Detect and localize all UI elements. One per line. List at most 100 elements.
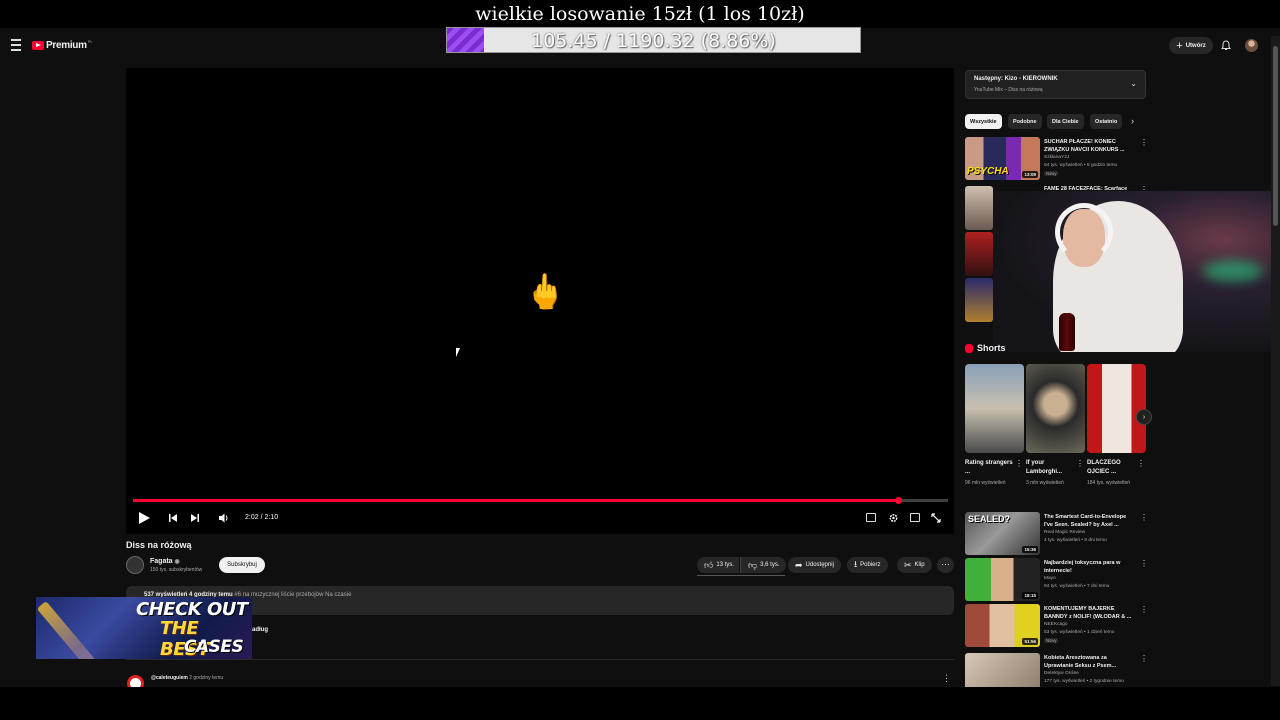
settings-icon[interactable] <box>888 512 899 524</box>
middle-finger-emoji: 🖕 <box>524 273 567 311</box>
rgb-light <box>1203 261 1263 281</box>
video-player[interactable]: 🖕 2:02 / 2:10 <box>126 68 954 534</box>
youtube-play-icon <box>32 41 44 50</box>
chip-for-you[interactable]: Dla Ciebie <box>1047 114 1084 129</box>
short-item[interactable]: DLACZEGO OJCIEC ... 184 tys. wyświetleń … <box>1087 364 1146 487</box>
short-views: 184 tys. wyświetleń <box>1087 480 1131 486</box>
more-menu-icon[interactable]: ⋮ <box>1076 459 1084 468</box>
up-next-card[interactable]: Następny: Kizo - KIEROWNIK YouTube Mix –… <box>965 70 1146 99</box>
new-badge: Nowy <box>1044 171 1059 176</box>
short-item[interactable]: If your Lamborghi... 3 mln wyświetleń ⋮ <box>1026 364 1085 487</box>
channel-name[interactable]: Mayo <box>1044 576 1056 581</box>
more-menu-icon[interactable]: ⋮ <box>1140 654 1146 663</box>
channel-name[interactable]: Fagata ◉ <box>150 558 180 565</box>
create-button[interactable]: + Utwórz <box>1169 37 1213 54</box>
video-title: KOMENTUJEMY BAJERKE BANNDY z NOLIF! (WŁO… <box>1044 606 1132 620</box>
more-menu-icon[interactable]: ⋮ <box>1137 459 1145 468</box>
hamburger-icon[interactable] <box>11 39 21 51</box>
progress-played <box>133 499 898 502</box>
ad-line-1: CHECK OUT <box>136 599 248 620</box>
like-button[interactable]: 👍︎ 13 tys. <box>697 557 740 573</box>
short-item[interactable]: Rating strangers ... 96 mln wyświetleń ⋮ <box>965 364 1024 487</box>
more-menu-icon[interactable]: ⋮ <box>1140 605 1148 614</box>
next-icon[interactable] <box>190 512 199 524</box>
chevron-down-icon[interactable]: ⌄ <box>1130 79 1137 88</box>
shorts-icon <box>965 343 973 353</box>
video-meta: 177 tys. wyświetleń • 2 tygodnie temu <box>1044 679 1124 684</box>
chip-recent[interactable]: Ostatnio <box>1090 114 1123 129</box>
short-thumbnail[interactable] <box>1087 364 1146 453</box>
video-title: Najbardziej toksyczna para w internecie! <box>1044 560 1121 574</box>
play-icon[interactable] <box>139 512 150 524</box>
recommendation-item[interactable]: 51:56 KOMENTUJEMY BAJERKE BANNDY z NOLIF… <box>965 604 1148 648</box>
short-thumbnail[interactable] <box>1026 364 1085 453</box>
page-scrollbar[interactable] <box>1271 36 1280 686</box>
previous-icon[interactable] <box>169 512 178 524</box>
recommendation-item[interactable]: 18:15 Najbardziej toksyczna para w inter… <box>965 558 1148 602</box>
more-menu-icon[interactable]: ⋮ <box>1140 559 1148 568</box>
ad-line-3: CASES <box>184 637 244 657</box>
video-thumbnail[interactable] <box>965 232 993 276</box>
share-button[interactable]: ➦ Udostępnij <box>788 557 841 573</box>
comment-menu-icon[interactable]: ⋮ <box>942 673 951 684</box>
short-views: 96 mln wyświetleń <box>965 480 1006 486</box>
dislike-button[interactable]: 👎︎ 3,6 tys. <box>740 557 787 573</box>
video-duration: 15:36 <box>1022 546 1038 553</box>
chevron-right-icon[interactable]: › <box>1131 116 1134 126</box>
more-actions-button[interactable]: ··· <box>937 557 954 573</box>
recommendation-item[interactable]: SEALED? 15:36 The Smartest Card-to-Envel… <box>965 512 1148 556</box>
divider <box>126 659 954 660</box>
progress-scrubber[interactable] <box>894 497 902 504</box>
bell-icon[interactable] <box>1221 40 1231 51</box>
fullscreen-icon[interactable] <box>931 512 941 524</box>
channel-name[interactable]: NEEKcago <box>1044 622 1067 627</box>
cases-ad-banner[interactable]: CHECK OUT THE BEST CASES <box>36 597 252 659</box>
video-thumbnail[interactable]: 51:56 <box>965 604 1040 647</box>
new-badge: Nowy <box>1044 638 1059 643</box>
account-avatar[interactable] <box>1245 39 1258 52</box>
recommendation-item[interactable]: Kobieta Aresztowana za Uprawianie Seksu … <box>965 653 1146 687</box>
video-thumbnail[interactable] <box>965 278 993 322</box>
stream-overlay-title: wielkie losowanie 15zł (1 los 10zł) <box>0 0 1280 28</box>
comment-time: 2 godziny temu <box>189 675 224 681</box>
scrollbar-thumb[interactable] <box>1273 46 1278 226</box>
chip-related[interactable]: Podobne <box>1008 114 1042 129</box>
video-title: SUCHAR PŁACZE! KONIEC ZWIĄZKU NAVCII KON… <box>1044 139 1125 153</box>
short-thumbnail[interactable] <box>965 364 1024 453</box>
cola-bottle <box>1059 313 1075 351</box>
shorts-next-arrow-icon[interactable]: › <box>1136 409 1152 425</box>
recommendation-item[interactable]: PSYCHA 13:09 SUCHAR PŁACZE! KONIEC ZWIĄZ… <box>965 137 1148 181</box>
streamer-webcam <box>993 191 1280 352</box>
channel-name[interactable]: Real Magic Review <box>1044 530 1085 535</box>
volume-icon[interactable] <box>218 512 230 524</box>
chip-all[interactable]: Wszystkie <box>965 114 1002 129</box>
subscribe-button[interactable]: Subskrybuj <box>219 557 265 573</box>
channel-avatar[interactable] <box>126 556 144 574</box>
video-title: The Smartest Card-to-Envelope I've Seen.… <box>1044 514 1127 528</box>
like-count: 13 tys. <box>716 562 735 568</box>
video-thumbnail[interactable]: SEALED? 15:36 <box>965 512 1040 555</box>
subtitles-icon[interactable] <box>866 513 876 522</box>
more-menu-icon[interactable]: ⋮ <box>1140 513 1148 522</box>
channel-name[interactable]: Detektyw Online <box>1044 671 1079 676</box>
video-meta: 54 tys. wyświetleń • 6 godzin temu <box>1044 163 1118 168</box>
video-thumbnail[interactable] <box>965 653 1040 687</box>
video-title: Diss na różową <box>126 540 192 550</box>
channel-name[interactable]: SzklanaY2J <box>1044 155 1069 160</box>
comment-header: @caleteuguiem 2 godziny temu <box>151 675 223 681</box>
youtube-premium-logo[interactable]: Premium PL <box>32 39 93 51</box>
up-next-subtitle: YouTube Mix – Diss na różową <box>974 87 1043 93</box>
clip-button[interactable]: ✂ Klip <box>897 557 932 573</box>
video-thumbnail[interactable]: 18:15 <box>965 558 1040 601</box>
headset <box>1055 203 1113 261</box>
comment-username[interactable]: @caleteuguiem <box>151 675 188 681</box>
more-menu-icon[interactable]: ⋮ <box>1015 459 1023 468</box>
more-menu-icon[interactable]: ⋮ <box>1140 138 1148 147</box>
progress-bar[interactable] <box>133 497 948 504</box>
video-thumbnail[interactable]: PSYCHA 13:09 <box>965 137 1040 180</box>
download-button[interactable]: ⭳ Pobierz <box>847 557 888 573</box>
channel-subscribers: 150 tys. subskrybentów <box>150 567 203 573</box>
miniplayer-icon[interactable] <box>910 513 920 522</box>
video-thumbnail[interactable] <box>965 186 993 230</box>
short-title: If your Lamborghi... <box>1026 460 1062 475</box>
